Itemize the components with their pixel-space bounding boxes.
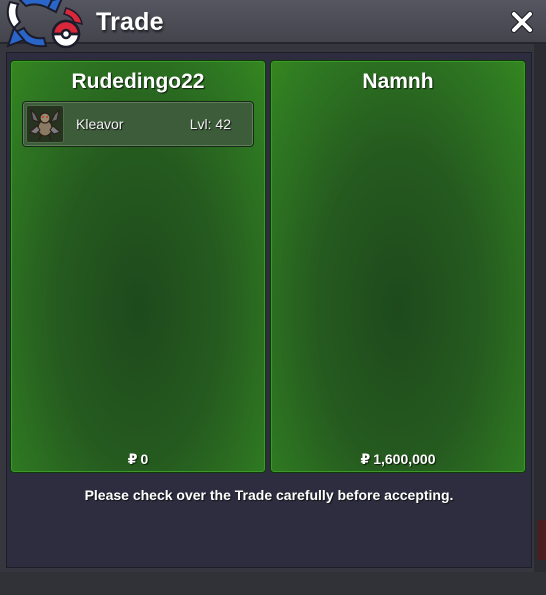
offered-pokemon-item[interactable]: Kleavor Lvl: 42	[22, 101, 254, 147]
player-name-left: Rudedingo22	[71, 70, 205, 93]
pokemon-sprite-frame	[26, 105, 64, 143]
money-amount-left: 0	[140, 451, 149, 467]
title-bar[interactable]: Trade	[0, 0, 546, 49]
window-edge-accent	[538, 520, 546, 560]
trade-window: Trade Rudedingo22 Kleavor Lvl: 42 ₽ 0 Na…	[0, 0, 546, 595]
money-offer-left: ₽0	[11, 451, 265, 468]
pokedollar-icon: ₽	[127, 451, 138, 467]
player-name-right: Namnh	[362, 70, 434, 93]
kleavor-sprite-icon	[29, 108, 61, 141]
trade-panel-right: Namnh ₽1,600,000	[270, 60, 526, 473]
close-icon[interactable]	[506, 6, 538, 38]
money-amount-right: 1,600,000	[373, 451, 436, 467]
pokemon-level: Lvl: 42	[189, 116, 231, 132]
pokemon-name: Kleavor	[76, 116, 124, 132]
window-bottom-edge	[0, 572, 546, 595]
trade-panel-left: Rudedingo22 Kleavor Lvl: 42 ₽ 0	[10, 60, 266, 473]
window-edge	[534, 44, 546, 595]
trade-exchange-icon	[6, 0, 83, 49]
window-title: Trade	[96, 8, 164, 36]
money-offer-right: ₽1,600,000	[271, 451, 525, 468]
pokedollar-icon: ₽	[360, 451, 371, 467]
trade-warning-notice: Please check over the Trade carefully be…	[84, 487, 454, 503]
